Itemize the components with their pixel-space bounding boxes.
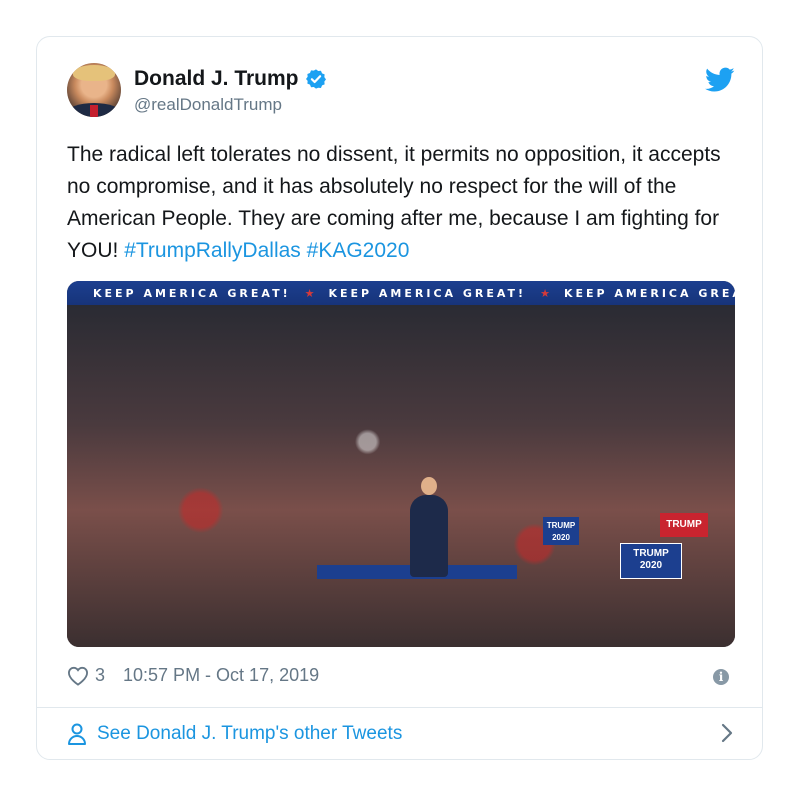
- star-icon: ★: [540, 286, 550, 300]
- rally-sign: TRUMP: [660, 513, 708, 537]
- info-icon[interactable]: i: [713, 669, 729, 685]
- rally-banner: KEEP AMERICA GREAT! ★ KEEP AMERICA GREAT…: [67, 281, 735, 305]
- twitter-bird-icon[interactable]: [705, 67, 735, 93]
- avatar-tie: [90, 105, 98, 117]
- avatar-hair: [73, 65, 115, 81]
- see-other-tweets-link[interactable]: See Donald J. Trump's other Tweets: [67, 719, 733, 749]
- see-other-tweets-label: See Donald J. Trump's other Tweets: [97, 723, 403, 744]
- chevron-right-icon: [721, 723, 733, 743]
- star-icon: ★: [304, 286, 315, 300]
- rally-sign: TRUMP 2020: [620, 543, 682, 579]
- tweet-text: The radical left tolerates no dissent, i…: [67, 139, 739, 267]
- verified-badge-icon: [305, 69, 326, 89]
- tweet-photo[interactable]: KEEP AMERICA GREAT! ★ KEEP AMERICA GREAT…: [67, 281, 735, 647]
- banner-text: KEEP AMERICA GREAT!: [93, 286, 291, 300]
- author-row: Donald J. Trump: [134, 67, 327, 91]
- like-count[interactable]: 3: [95, 665, 105, 686]
- avatar[interactable]: [67, 63, 121, 117]
- heart-icon[interactable]: [67, 666, 89, 686]
- hashtag-link[interactable]: #TrumpRallyDallas: [124, 239, 301, 262]
- tweet-meta: 3 10:57 PM - Oct 17, 2019: [67, 665, 319, 686]
- banner-text: KEEP AMERICA GREAT!: [328, 286, 527, 300]
- banner-text: KEEP AMERICA GREAT!: [563, 286, 735, 300]
- author-name[interactable]: Donald J. Trump: [134, 67, 299, 91]
- hashtag-link[interactable]: #KAG2020: [307, 239, 410, 262]
- crowd-image: TRUMP TRUMP 2020 TRUMP 2020: [67, 305, 735, 647]
- divider: [37, 707, 762, 708]
- tweet-timestamp[interactable]: 10:57 PM - Oct 17, 2019: [123, 665, 319, 686]
- person-icon: [68, 723, 86, 745]
- author-handle[interactable]: @realDonaldTrump: [134, 95, 282, 115]
- rally-sign: TRUMP 2020: [543, 517, 579, 545]
- speaker-figure: [410, 477, 448, 577]
- tweet-card: Donald J. Trump @realDonaldTrump The rad…: [36, 36, 763, 760]
